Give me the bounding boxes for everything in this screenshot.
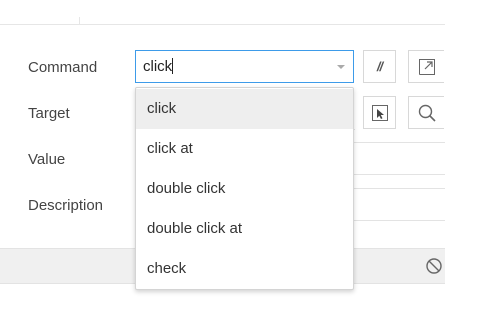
open-in-window-icon	[418, 58, 435, 75]
description-label: Description	[28, 197, 104, 214]
description-field-line-bottom[interactable]	[354, 220, 445, 221]
find-target-button[interactable]	[408, 96, 444, 129]
suggestion-option[interactable]: double click	[136, 169, 353, 209]
value-label: Value	[28, 151, 66, 168]
value-field-line-bottom[interactable]	[354, 174, 445, 175]
target-label: Target	[28, 105, 70, 122]
description-field-line-top	[354, 188, 445, 189]
comment-toggle-icon: //	[376, 59, 383, 74]
suggestion-option[interactable]: click	[136, 89, 353, 129]
search-icon	[418, 104, 436, 122]
disable-icon[interactable]	[425, 257, 443, 275]
open-reference-button[interactable]	[408, 50, 444, 83]
command-input[interactable]: click	[143, 58, 328, 75]
command-combobox[interactable]: click	[135, 50, 354, 83]
suggestion-option[interactable]: check	[136, 249, 353, 289]
suggestion-option[interactable]: double click at	[136, 209, 353, 249]
value-field-line-top	[354, 142, 445, 143]
select-target-icon	[371, 104, 388, 121]
select-target-button[interactable]	[363, 96, 396, 129]
command-suggestions-dropdown: click click at double click double click…	[135, 87, 354, 290]
command-input-text: click	[143, 58, 173, 75]
suggestion-option[interactable]: click at	[136, 129, 353, 169]
text-caret	[172, 58, 174, 74]
comment-toggle-button[interactable]: //	[363, 50, 396, 83]
top-divider	[0, 24, 445, 25]
tab-divider-tick	[79, 17, 80, 25]
chevron-down-icon[interactable]	[337, 65, 345, 69]
command-label: Command	[28, 59, 98, 76]
